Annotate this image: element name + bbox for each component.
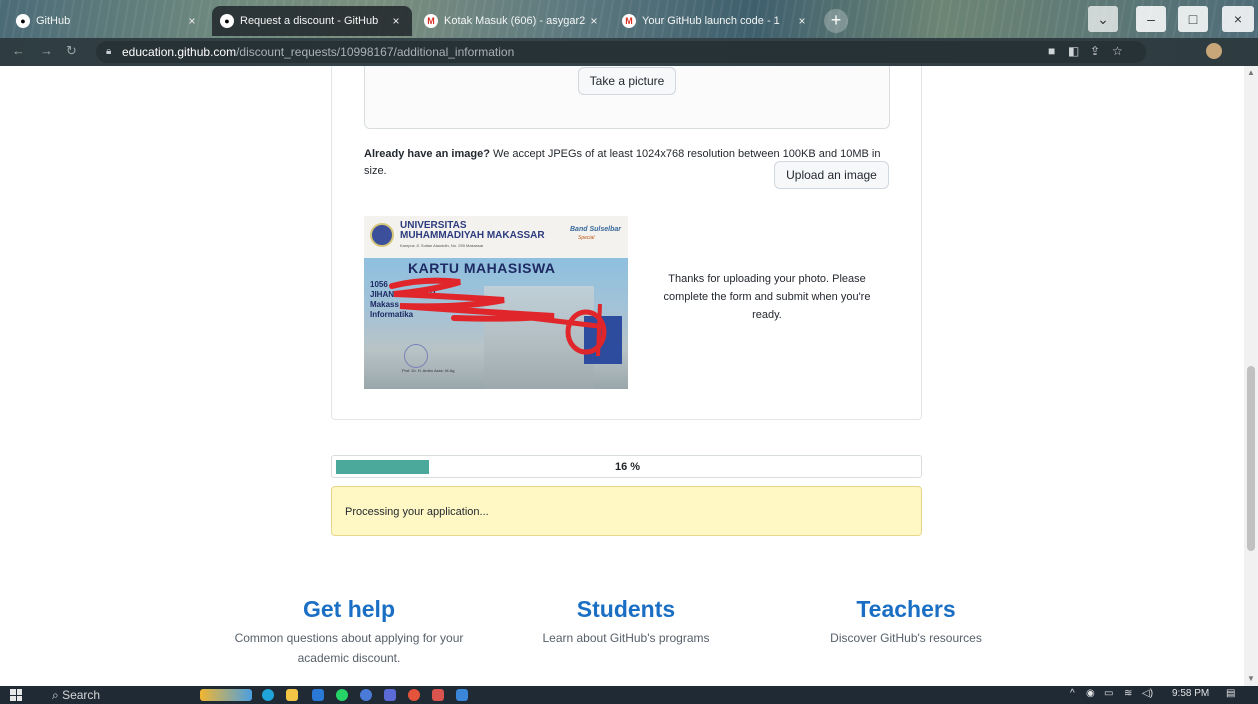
upload-thanks-message: Thanks for uploading your photo. Please … [663, 273, 871, 321]
tab-github[interactable]: ● GitHub × [8, 6, 208, 36]
close-tab-icon[interactable]: × [794, 14, 810, 28]
browser-tab-strip: ● GitHub × ● Request a discount - GitHub… [0, 0, 1258, 38]
tab-title: Your GitHub launch code - 1 [642, 15, 780, 27]
chrome-icon[interactable] [408, 689, 420, 701]
redaction-scribble [389, 277, 607, 357]
windows-taskbar: ⌕ Search ^ ◉ ▭ ≋ ◁) 9:58 PM ▤ [0, 686, 1258, 704]
file-explorer-icon[interactable] [286, 689, 298, 701]
tray-chevron-icon[interactable]: ^ [1070, 688, 1075, 699]
scrollbar-thumb[interactable] [1247, 366, 1255, 551]
new-tab-button[interactable]: + [824, 9, 848, 33]
close-tab-icon[interactable]: × [586, 14, 602, 28]
tray-app-icon[interactable]: ◉ [1086, 688, 1095, 699]
progress-bar: 16 % [331, 455, 922, 478]
edge-icon[interactable] [262, 689, 274, 701]
store-icon[interactable] [312, 689, 324, 701]
tab-request-discount[interactable]: ● Request a discount - GitHub × [212, 6, 412, 36]
browser-toolbar: ← → ↻ 🔒︎ education.github.com/discount_r… [0, 38, 1258, 66]
maximize-button[interactable]: □ [1178, 6, 1208, 32]
url-host: education.github.com [122, 45, 237, 59]
bookmark-star-icon[interactable]: ☆ [1112, 44, 1123, 58]
windows-start-icon[interactable] [10, 689, 22, 701]
lock-icon[interactable]: 🔒︎ [106, 41, 111, 63]
upload-image-button[interactable]: Upload an image [774, 161, 889, 189]
footer-teachers-title[interactable]: Teachers [796, 594, 1016, 624]
photos-icon[interactable] [456, 689, 468, 701]
gmail-icon: M [424, 14, 438, 28]
github-icon: ● [220, 14, 234, 28]
profile-avatar[interactable] [1206, 43, 1222, 59]
close-tab-icon[interactable]: × [184, 14, 200, 28]
tab-title: GitHub [36, 15, 71, 27]
battery-icon[interactable]: ▭ [1104, 688, 1113, 699]
status-alert: Processing your application... [331, 486, 922, 536]
tab-search-icon[interactable]: ⌄ [1088, 6, 1118, 32]
github-icon: ● [16, 14, 30, 28]
minimize-button[interactable]: – [1136, 6, 1166, 32]
taskbar-search-label: Search [62, 688, 101, 702]
back-icon[interactable]: ← [12, 43, 25, 58]
gmail-icon: M [622, 14, 636, 28]
footer-teachers-text: Discover GitHub's resources [830, 631, 982, 645]
reload-icon[interactable]: ↻ [66, 43, 77, 59]
tab-gmail-inbox[interactable]: M Kotak Masuk (606) - asygar2304 × [416, 6, 610, 36]
notification-icon[interactable]: ▤ [1226, 688, 1235, 699]
url-path: /discount_requests/10998167/additional_i… [236, 45, 515, 59]
camera-icon[interactable]: ■ [1048, 44, 1055, 58]
close-tab-icon[interactable]: × [388, 14, 404, 28]
progress-label: 16 % [614, 461, 641, 473]
upload-instructions-bold: Already have an image? [364, 148, 490, 160]
messenger-icon[interactable] [360, 689, 372, 701]
camera-capture-box: Take a picture [364, 66, 890, 129]
scroll-down-icon[interactable]: ▼ [1247, 674, 1255, 683]
footer-students-text: Learn about GitHub's programs [542, 631, 710, 645]
clock[interactable]: 9:58 PM [1172, 688, 1209, 699]
footer-students: Students Learn about GitHub's programs [516, 594, 736, 648]
tab-title: Kotak Masuk (606) - asygar2304 [444, 15, 586, 27]
whatsapp-icon[interactable] [336, 689, 348, 701]
take-picture-button[interactable]: Take a picture [578, 67, 676, 95]
app-icon[interactable] [384, 689, 396, 701]
page-scrollbar[interactable]: ▲ ▼ [1244, 66, 1258, 686]
wifi-icon[interactable]: ≋ [1124, 688, 1132, 699]
weather-widget-icon[interactable] [200, 689, 252, 701]
close-window-button[interactable]: × [1222, 6, 1254, 32]
taskbar-search[interactable]: ⌕ Search [52, 688, 100, 703]
tab-launch-code[interactable]: M Your GitHub launch code - 1 × [614, 6, 818, 36]
tab-title: Request a discount - GitHub [240, 15, 379, 27]
share-icon[interactable]: ⇪ [1090, 44, 1100, 58]
page-content: Take a picture Already have an image? We… [0, 66, 1244, 686]
volume-icon[interactable]: ◁) [1142, 688, 1153, 699]
translate-icon[interactable]: ◧ [1068, 44, 1079, 58]
chrome-profile-icon[interactable] [432, 689, 444, 701]
footer-teachers: Teachers Discover GitHub's resources [796, 594, 1016, 648]
forward-icon[interactable]: → [40, 43, 53, 58]
footer-students-title[interactable]: Students [516, 594, 736, 624]
uploaded-id-photo: UNIVERSITAS MUHAMMADIYAH MAKASSAR Kampus… [364, 216, 628, 389]
footer-get-help: Get help Common questions about applying… [226, 594, 472, 668]
footer-get-help-title[interactable]: Get help [226, 594, 472, 624]
address-bar[interactable]: 🔒︎ education.github.com/discount_request… [96, 41, 1146, 63]
verification-card: Take a picture Already have an image? We… [331, 66, 922, 420]
footer-get-help-text: Common questions about applying for your… [234, 631, 464, 665]
scroll-up-icon[interactable]: ▲ [1247, 68, 1255, 77]
